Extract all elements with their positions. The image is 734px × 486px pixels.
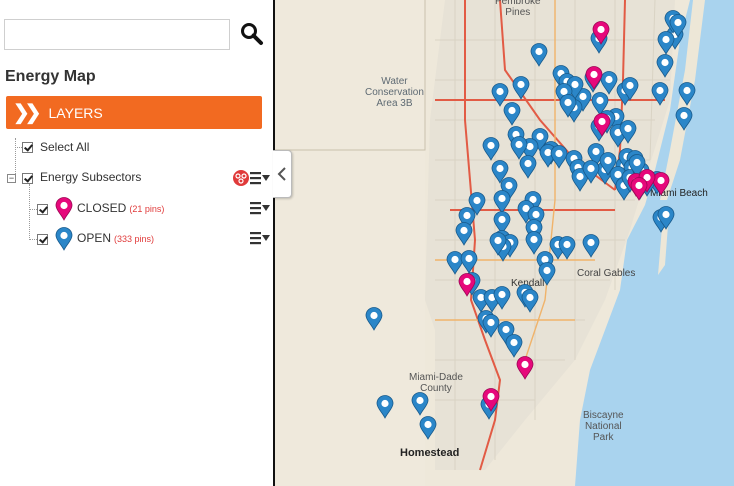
energy-subsectors-checkbox[interactable] [22,173,33,184]
open-map-pin[interactable] [411,392,429,416]
open-map-pin[interactable] [558,236,576,260]
open-map-pin[interactable] [657,206,675,230]
closed-layer-label: CLOSED (21 pins) [77,201,164,215]
closed-pin-icon [55,197,73,221]
open-map-pin[interactable] [460,250,478,274]
map-pins-layer [275,0,734,486]
closed-pin-count: (21 pins) [129,204,165,214]
layers-label: LAYERS [48,104,103,121]
closed-map-pin[interactable] [585,66,603,90]
chevron-left-icon [277,167,286,181]
open-map-pin[interactable] [559,94,577,118]
open-map-pin[interactable] [657,31,675,55]
open-map-pin[interactable] [582,234,600,258]
tree-connector [15,147,22,148]
closed-map-pin[interactable] [482,388,500,412]
open-map-pin[interactable] [678,82,696,106]
closed-layer-name: CLOSED [77,201,127,215]
open-map-pin[interactable] [656,54,674,78]
cluster-icon[interactable] [232,169,250,187]
closed-map-pin[interactable] [516,356,534,380]
select-all-checkbox[interactable] [22,142,33,153]
tree-connector [29,239,37,240]
open-map-pin[interactable] [419,416,437,440]
search-input[interactable] [4,19,230,50]
open-layer-checkbox[interactable] [37,234,48,245]
closed-map-pin[interactable] [593,113,611,137]
select-all-label: Select All [40,140,90,154]
double-chevron-right-icon: ❯❯ [13,102,41,124]
open-map-pin[interactable] [503,102,521,126]
open-layer-menu-icon[interactable] [250,231,272,245]
open-map-pin[interactable] [538,262,556,286]
open-map-pin[interactable] [599,152,617,176]
open-map-pin[interactable] [619,120,637,144]
collapse-panel-button[interactable] [273,150,292,198]
open-map-pin[interactable] [365,307,383,331]
open-map-pin[interactable] [376,395,394,419]
open-map-pin[interactable] [651,82,669,106]
open-layer-label: OPEN (333 pins) [77,231,154,245]
open-map-pin[interactable] [505,334,523,358]
open-map-pin[interactable] [482,137,500,161]
open-pin-count: (333 pins) [114,234,155,244]
open-map-pin[interactable] [455,222,473,246]
open-map-pin[interactable] [530,43,548,67]
layers-header-button[interactable]: ❯❯ LAYERS [6,96,262,129]
open-map-pin[interactable] [489,232,507,256]
closed-map-pin[interactable] [592,21,610,45]
search-icon[interactable] [238,20,266,48]
group-menu-icon[interactable] [250,171,272,185]
page-title: Energy Map [5,68,96,85]
collapse-group-toggle[interactable]: − [7,174,16,183]
open-map-pin[interactable] [510,136,528,160]
open-map-pin[interactable] [675,107,693,131]
open-map-pin[interactable] [521,289,539,313]
panel-divider [273,0,275,486]
open-map-pin[interactable] [493,286,511,310]
tree-connector [29,184,30,240]
open-layer-name: OPEN [77,231,112,245]
closed-layer-checkbox[interactable] [37,204,48,215]
open-map-pin[interactable] [621,77,639,101]
closed-map-pin[interactable] [630,177,648,201]
sidebar: Energy Map ❯❯ LAYERS Select All − Energy… [0,0,274,486]
open-map-pin[interactable] [582,160,600,184]
tree-connector [29,209,37,210]
open-map-pin[interactable] [512,76,530,100]
map-canvas[interactable]: Pembroke Pines Water Conservation Area 3… [275,0,734,486]
open-pin-icon [55,227,73,251]
closed-map-pin[interactable] [458,273,476,297]
energy-subsectors-label: Energy Subsectors [40,170,142,184]
closed-layer-menu-icon[interactable] [250,201,272,215]
